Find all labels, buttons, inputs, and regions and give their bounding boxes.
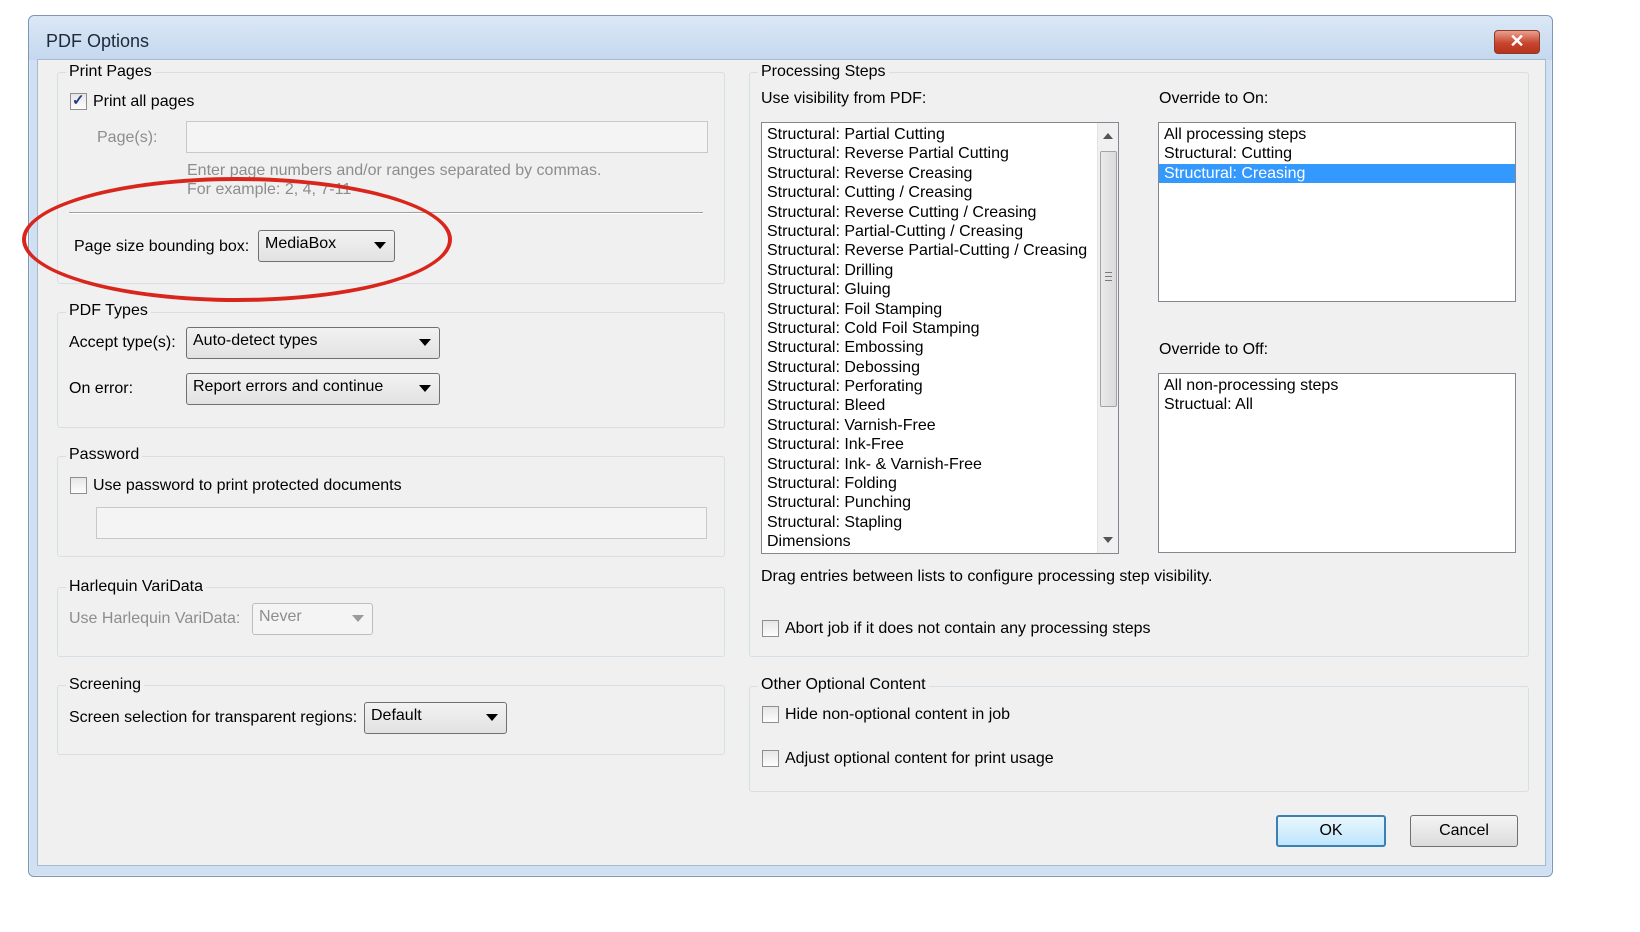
adjust-optional-label: Adjust optional content for print usage bbox=[785, 750, 1054, 767]
list-item[interactable]: Structural: Cutting / Creasing bbox=[762, 183, 1118, 202]
accept-types-select[interactable]: Auto-detect types bbox=[186, 327, 440, 359]
list-item[interactable]: Structural: Reverse Creasing bbox=[762, 164, 1118, 183]
scroll-up-icon[interactable] bbox=[1103, 133, 1113, 139]
screen-selection-value: Default bbox=[371, 707, 422, 724]
list-item[interactable]: Structural: Partial-Cutting / Creasing bbox=[762, 222, 1118, 241]
chevron-down-icon bbox=[419, 339, 431, 346]
visibility-items: Structural: Partial Cutting Structural: R… bbox=[762, 123, 1118, 552]
use-varidata-label: Use Harlequin VariData: bbox=[69, 610, 241, 627]
pdf-types-label: PDF Types bbox=[66, 302, 151, 320]
dialog-title: PDF Options bbox=[46, 31, 150, 51]
use-visibility-label: Use visibility from PDF: bbox=[761, 90, 927, 107]
list-item[interactable]: Structural: Debossing bbox=[762, 358, 1118, 377]
list-item[interactable]: Structural: Varnish-Free bbox=[762, 416, 1118, 435]
hide-non-optional-checkbox[interactable] bbox=[762, 706, 779, 723]
use-password-checkbox[interactable] bbox=[70, 477, 87, 494]
grip-icon bbox=[1105, 272, 1112, 284]
list-item[interactable]: Structural: Folding bbox=[762, 474, 1118, 493]
processing-steps-label: Processing Steps bbox=[758, 63, 889, 81]
list-item[interactable]: Structural: Reverse Cutting / Creasing bbox=[762, 203, 1118, 222]
print-all-pages-checkbox[interactable] bbox=[70, 91, 87, 110]
varidata-value: Never bbox=[259, 608, 302, 625]
list-item[interactable]: Structural: Punching bbox=[762, 493, 1118, 512]
list-item[interactable]: Structural: Cold Foil Stamping bbox=[762, 319, 1118, 338]
scroll-thumb[interactable] bbox=[1100, 151, 1117, 407]
on-error-value: Report errors and continue bbox=[193, 378, 384, 395]
chevron-down-icon bbox=[486, 714, 498, 721]
list-item[interactable]: Structural: Embossing bbox=[762, 338, 1118, 357]
varidata-label: Harlequin VariData bbox=[66, 578, 206, 596]
accept-types-label: Accept type(s): bbox=[69, 334, 176, 351]
screening-label: Screening bbox=[66, 676, 145, 694]
screen-selection-select[interactable]: Default bbox=[364, 702, 507, 734]
list-item[interactable]: Structual: All bbox=[1159, 395, 1515, 414]
list-item[interactable]: Structural: Ink- & Varnish-Free bbox=[762, 455, 1118, 474]
other-optional-group bbox=[749, 686, 1529, 792]
abort-job-checkbox[interactable] bbox=[762, 620, 779, 637]
override-off-listbox[interactable]: All non-processing steps Structual: All bbox=[1158, 373, 1516, 553]
on-error-label: On error: bbox=[69, 380, 134, 397]
list-item[interactable]: Structural: Stapling bbox=[762, 513, 1118, 532]
highlight-ellipse bbox=[22, 177, 452, 302]
print-pages-label: Print Pages bbox=[66, 63, 155, 81]
chevron-down-icon bbox=[419, 385, 431, 392]
override-on-listbox[interactable]: All processing steps Structural: Cutting S… bbox=[1158, 122, 1516, 302]
override-off-label: Override to Off: bbox=[1159, 341, 1269, 358]
list-item[interactable]: Structural: Partial Cutting bbox=[762, 125, 1118, 144]
adjust-optional-checkbox[interactable] bbox=[762, 750, 779, 767]
close-button[interactable]: ✕ bbox=[1494, 30, 1540, 54]
list-item[interactable]: Structural: Reverse Partial-Cutting / Cr… bbox=[762, 241, 1118, 260]
other-optional-label: Other Optional Content bbox=[758, 676, 929, 694]
pages-input[interactable] bbox=[186, 121, 708, 153]
list-item[interactable]: Structural: Foil Stamping bbox=[762, 300, 1118, 319]
list-item[interactable]: Structural: Drilling bbox=[762, 261, 1118, 280]
list-item[interactable]: Dimensions bbox=[762, 532, 1118, 551]
title-bar: PDF Options ✕ bbox=[29, 16, 1552, 60]
override-off-items: All non-processing steps Structual: All bbox=[1159, 374, 1515, 415]
hide-non-optional-label: Hide non-optional content in job bbox=[785, 706, 1011, 723]
visibility-scrollbar[interactable] bbox=[1097, 123, 1118, 553]
ok-button[interactable]: OK bbox=[1276, 815, 1386, 847]
list-item[interactable]: Structural: Creasing bbox=[1159, 163, 1515, 184]
accept-types-value: Auto-detect types bbox=[193, 332, 318, 349]
list-item[interactable]: All non-processing steps bbox=[1159, 376, 1515, 395]
visibility-listbox[interactable]: Structural: Partial Cutting Structural: R… bbox=[761, 122, 1119, 554]
list-item[interactable]: Structural: Cutting bbox=[1159, 144, 1515, 163]
list-item[interactable]: Structural: Bleed bbox=[762, 396, 1118, 415]
varidata-select[interactable]: Never bbox=[252, 603, 373, 635]
chevron-down-icon bbox=[352, 615, 364, 622]
list-item[interactable]: Structural: Perforating bbox=[762, 377, 1118, 396]
list-item[interactable]: Structural: Reverse Partial Cutting bbox=[762, 144, 1118, 163]
scroll-down-icon[interactable] bbox=[1103, 537, 1113, 543]
drag-hint: Drag entries between lists to configure … bbox=[761, 568, 1213, 585]
print-all-pages-label: Print all pages bbox=[93, 93, 195, 110]
list-item[interactable]: Structural: Ink-Free bbox=[762, 435, 1118, 454]
use-password-label: Use password to print protected document… bbox=[93, 477, 402, 494]
password-label: Password bbox=[66, 446, 143, 464]
password-input[interactable] bbox=[96, 507, 707, 539]
pages-label: Page(s): bbox=[97, 129, 158, 146]
abort-job-label: Abort job if it does not contain any pro… bbox=[785, 620, 1151, 637]
override-on-label: Override to On: bbox=[1159, 90, 1269, 107]
cancel-button[interactable]: Cancel bbox=[1410, 815, 1518, 847]
screen-selection-label: Screen selection for transparent regions… bbox=[69, 709, 358, 726]
list-item[interactable]: Structural: Gluing bbox=[762, 280, 1118, 299]
on-error-select[interactable]: Report errors and continue bbox=[186, 373, 440, 405]
list-item[interactable]: All processing steps bbox=[1159, 125, 1515, 144]
override-on-items: All processing steps Structural: Cutting S… bbox=[1159, 123, 1515, 184]
